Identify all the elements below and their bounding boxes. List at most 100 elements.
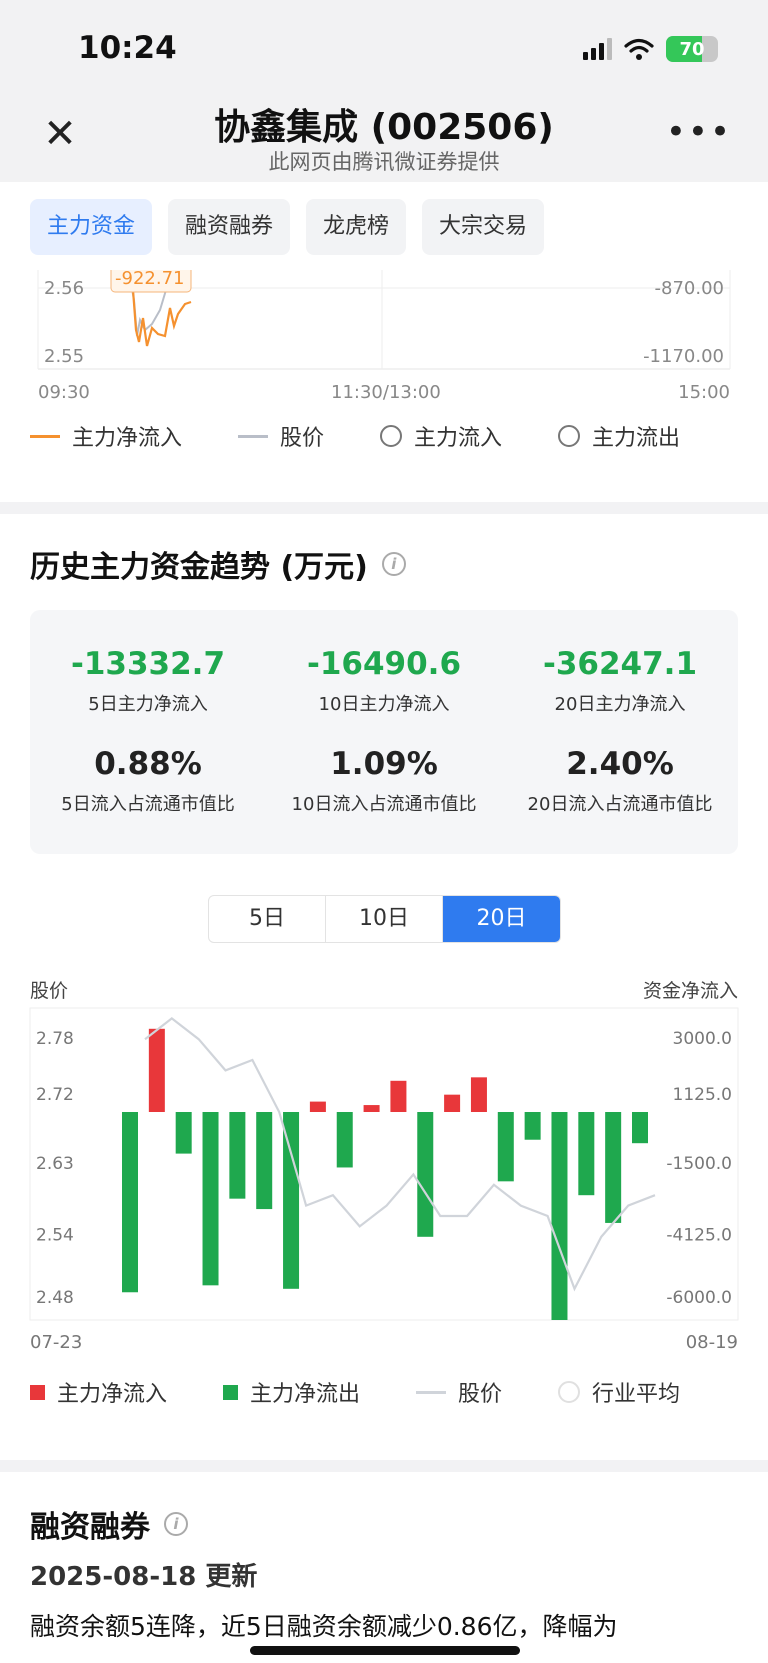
y-right-tick: -1500.0 <box>666 1154 732 1174</box>
stat-label: 10日主力净流入 <box>318 694 450 715</box>
legend-main-outflow[interactable]: 主力流出 <box>558 420 680 452</box>
tab-dragon-tiger[interactable]: 龙虎榜 <box>306 199 407 255</box>
history-section-title: 历史主力资金趋势 (万元) i <box>30 542 406 586</box>
intraday-x-0: 09:30 <box>38 382 90 403</box>
intraday-legend: 主力净流入 股价 主力流入 主力流出 <box>30 420 680 452</box>
intraday-x-1: 11:30/13:00 <box>331 382 441 403</box>
margin-section-title: 融资融券 i <box>30 1502 188 1546</box>
flow-bar <box>444 1094 461 1112</box>
stat-value: 1.09% <box>330 746 438 782</box>
flow-bar <box>229 1112 246 1199</box>
period-20d[interactable]: 20日 <box>443 896 560 942</box>
tab-margin[interactable]: 融资融券 <box>168 199 291 255</box>
y-right-tick: 1125.0 <box>673 1085 732 1105</box>
intraday-chart[interactable]: -922.71 2.56 2.55 -870.00 -1170.00 09:30… <box>0 265 768 403</box>
y-right-tick: -4125.0 <box>666 1226 732 1246</box>
intraday-y-left-1: 2.55 <box>44 346 85 367</box>
flow-bar <box>578 1112 595 1196</box>
stat-value: -13332.7 <box>70 646 226 682</box>
legend-label: 主力流出 <box>592 426 681 451</box>
period-10d[interactable]: 10日 <box>326 896 443 942</box>
signal-icon <box>583 38 612 60</box>
flow-bar <box>309 1101 326 1112</box>
more-icon[interactable]: ••• <box>666 112 732 152</box>
legend-net-outflow[interactable]: 主力净流出 <box>223 1376 360 1408</box>
flow-bar <box>605 1112 622 1223</box>
legend-net-inflow[interactable]: 主力净流入 <box>30 1376 167 1408</box>
stat-5d-net: -13332.7 5日主力净流入 <box>30 646 266 716</box>
stat-5d-ratio: 0.88% 5日流入占流通市值比 <box>30 746 266 816</box>
stat-label: 5日主力净流入 <box>88 694 208 715</box>
y-right-tick: 3000.0 <box>673 1029 732 1049</box>
intraday-y-right-1: -1170.00 <box>643 346 724 367</box>
x-start-label: 07-23 <box>30 1332 82 1353</box>
legend-label: 股价 <box>458 1382 503 1407</box>
stat-value: -16490.6 <box>306 646 462 682</box>
legend-circle-icon <box>558 425 581 447</box>
legend-square-icon <box>223 1384 239 1400</box>
stat-label: 5日流入占流通市值比 <box>61 794 235 815</box>
legend-label: 主力净流出 <box>250 1382 361 1407</box>
legend-price[interactable]: 股价 <box>238 420 324 452</box>
legend-stock-price[interactable]: 股价 <box>416 1376 502 1408</box>
stat-value: 2.40% <box>566 746 674 782</box>
y-right-tick: -6000.0 <box>666 1288 732 1308</box>
fund-trend-chart[interactable]: 2.78 2.72 2.63 2.54 2.48 3000.0 1125.0 -1500.0 -… <box>0 1000 768 1360</box>
flow-bar <box>390 1080 407 1112</box>
intraday-y-left-0: 2.56 <box>44 278 85 299</box>
page-subtitle: 此网页由腾讯微证券提供 <box>268 150 500 174</box>
stat-10d-ratio: 1.09% 10日流入占流通市值比 <box>266 746 502 816</box>
stats-panel: -13332.7 5日主力净流入 -16490.6 10日主力净流入 -3624… <box>30 610 738 854</box>
fund-trend-chart-svg: 2.78 2.72 2.63 2.54 2.48 3000.0 1125.0 -1500.0 -… <box>29 1007 739 1353</box>
margin-update-date: 2025-08-18 更新 <box>30 1562 258 1592</box>
flow-bar <box>202 1112 219 1286</box>
flow-bar <box>148 1028 165 1112</box>
tab-bar: 主力资金 融资融券 龙虎榜 大宗交易 <box>30 199 545 255</box>
page-title: 协鑫集成 (002506) <box>214 107 554 148</box>
tab-block-trade[interactable]: 大宗交易 <box>422 199 545 255</box>
legend-label: 主力流入 <box>414 426 503 451</box>
legend-label: 股价 <box>280 426 325 451</box>
legend-circle-icon <box>380 425 403 447</box>
flow-bar <box>551 1112 568 1320</box>
stat-label: 20日主力净流入 <box>554 694 686 715</box>
stat-20d-ratio: 2.40% 20日流入占流通市值比 <box>502 746 738 816</box>
tab-main-fund[interactable]: 主力资金 <box>30 199 153 255</box>
battery-icon: 70 <box>666 36 718 62</box>
margin-title-text: 融资融券 <box>30 1510 150 1545</box>
right-axis-title: 资金净流入 <box>642 980 738 1002</box>
stat-label: 10日流入占流通市值比 <box>291 794 477 815</box>
stat-label: 20日流入占流通市值比 <box>527 794 713 815</box>
y-left-tick: 2.78 <box>36 1029 74 1049</box>
y-left-tick: 2.54 <box>36 1226 74 1246</box>
legend-label: 主力净流入 <box>57 1382 168 1407</box>
stat-10d-net: -16490.6 10日主力净流入 <box>266 646 502 716</box>
flow-bar <box>363 1105 380 1112</box>
status-icons: 70 <box>583 36 718 62</box>
period-5d[interactable]: 5日 <box>209 896 326 942</box>
section-divider <box>0 1460 768 1472</box>
legend-label: 主力净流入 <box>72 426 183 451</box>
info-icon[interactable]: i <box>164 1512 188 1536</box>
home-indicator[interactable] <box>250 1646 520 1655</box>
stat-20d-net: -36247.1 20日主力净流入 <box>502 646 738 716</box>
flow-bar <box>632 1112 648 1144</box>
flow-bar <box>336 1112 353 1168</box>
stat-value: 0.88% <box>94 746 202 782</box>
y-left-tick: 2.72 <box>36 1085 74 1105</box>
battery-level: 70 <box>679 38 705 60</box>
wifi-icon <box>624 38 654 60</box>
legend-industry-avg[interactable]: 行业平均 <box>558 1376 680 1408</box>
info-icon[interactable]: i <box>381 552 406 576</box>
flow-bar <box>524 1112 541 1140</box>
legend-line-icon <box>416 1390 447 1394</box>
legend-main-inflow[interactable]: 主力流入 <box>380 420 502 452</box>
legend-line-icon <box>238 434 269 438</box>
legend-main-net-inflow[interactable]: 主力净流入 <box>30 420 182 452</box>
flow-bar <box>417 1112 434 1237</box>
flow-bar <box>283 1112 300 1289</box>
flow-bar <box>256 1112 273 1210</box>
stat-value: -36247.1 <box>542 646 698 682</box>
intraday-y-right-0: -870.00 <box>654 278 724 299</box>
intraday-x-2: 15:00 <box>678 382 730 403</box>
